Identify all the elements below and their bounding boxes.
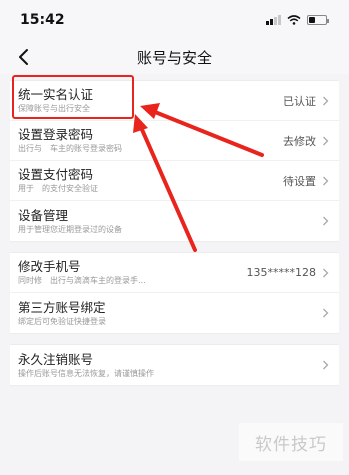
row-value: 135*****128	[246, 266, 317, 279]
chevron-right-icon	[323, 96, 329, 105]
row-value: 去修改	[283, 134, 316, 148]
settings-group-account: 修改手机号 同时修 出行与滴滴车主的登录手... 135*****128 第三方…	[10, 252, 339, 334]
status-icons	[266, 15, 329, 25]
row-payment-password[interactable]: 设置支付密码 用于 的支付安全验证 待设置	[10, 161, 339, 201]
row-value: 已认证	[283, 94, 316, 108]
row-subtitle: 操作后账号信息无法恢复，请谨慎操作	[18, 368, 154, 378]
settings-group-security: 统一实名认证 保障账号与出行安全 已认证 设置登录密码 出行与 车主的账号登录密…	[10, 80, 339, 242]
row-title: 设置登录密码	[18, 127, 94, 142]
row-title: 设备管理	[18, 207, 69, 223]
battery-icon	[307, 15, 329, 25]
settings-group-danger: 永久注销账号 操作后账号信息无法恢复，请谨慎操作	[10, 344, 339, 386]
row-device-management[interactable]: 设备管理 用于管理您近期登录过的设备	[10, 201, 339, 241]
row-subtitle: 绑定后可免验证快捷登录	[18, 316, 106, 326]
row-login-password[interactable]: 设置登录密码 出行与 车主的账号登录密码 去修改	[10, 121, 339, 161]
row-change-phone[interactable]: 修改手机号 同时修 出行与滴滴车主的登录手... 135*****128	[10, 253, 339, 293]
chevron-right-icon	[323, 360, 329, 370]
row-subtitle: 用于管理您近期登录过的设备	[18, 224, 122, 234]
row-subtitle: 出行与 车主的账号登录密码	[18, 144, 122, 153]
row-title: 设置支付密码	[18, 167, 94, 182]
status-bar: 15:42	[0, 0, 349, 40]
nav-bar: 账号与安全	[0, 40, 349, 74]
row-third-party-binding[interactable]: 第三方账号绑定 绑定后可免验证快捷登录	[10, 293, 339, 333]
watermark-text: 软件技巧	[239, 423, 343, 461]
row-subtitle: 用于 的支付安全验证	[18, 184, 98, 193]
page-title: 账号与安全	[136, 48, 212, 67]
row-title: 永久注销账号	[18, 351, 94, 367]
row-title: 统一实名认证	[18, 87, 94, 102]
chevron-right-icon	[323, 216, 329, 226]
wifi-icon	[287, 15, 301, 25]
row-subtitle: 保障账号与出行安全	[18, 104, 90, 113]
chevron-right-icon	[323, 136, 329, 145]
chevron-right-icon	[323, 308, 329, 318]
status-time: 15:42	[20, 12, 65, 28]
row-delete-account[interactable]: 永久注销账号 操作后账号信息无法恢复，请谨慎操作	[10, 345, 339, 385]
chevron-right-icon	[323, 268, 329, 277]
chevron-right-icon	[323, 176, 329, 185]
signal-icon	[266, 15, 281, 25]
row-real-name-verification[interactable]: 统一实名认证 保障账号与出行安全 已认证	[10, 81, 339, 121]
row-title: 第三方账号绑定	[18, 299, 106, 315]
back-arrow-icon[interactable]	[14, 46, 34, 68]
row-title: 修改手机号	[18, 259, 81, 274]
row-value: 待设置	[283, 174, 316, 188]
row-subtitle: 同时修 出行与滴滴车主的登录手...	[18, 276, 146, 285]
